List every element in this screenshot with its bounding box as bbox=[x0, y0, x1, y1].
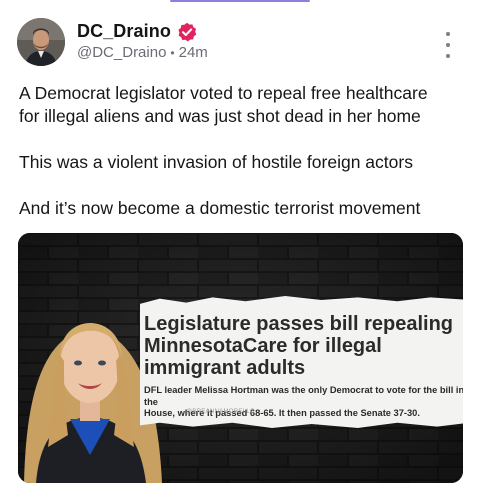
handle[interactable]: @DC_Draino bbox=[77, 44, 166, 61]
top-accent-bar bbox=[170, 0, 310, 2]
post-line: A Democrat legislator voted to repeal fr… bbox=[19, 83, 428, 103]
verified-badge-icon bbox=[177, 22, 197, 42]
post-image[interactable]: Legislature passes bill repealing Minnes… bbox=[18, 233, 463, 483]
display-name[interactable]: DC_Draino bbox=[77, 21, 171, 42]
subtext-line: DFL leader Melissa Hortman was the only … bbox=[144, 385, 463, 407]
more-vertical-icon[interactable] bbox=[442, 32, 454, 58]
image-headline: Legislature passes bill repealing Minnes… bbox=[144, 313, 463, 379]
image-credit: @BREANNAMORELLO bbox=[186, 409, 255, 415]
post-line: for illegal aliens and was just shot dea… bbox=[19, 106, 421, 126]
name-row: DC_Draino bbox=[77, 21, 197, 42]
post-time[interactable]: 24m bbox=[179, 44, 208, 61]
handle-row: @DC_Draino • 24m bbox=[77, 44, 208, 61]
post-line: And it’s now become a domestic terrorist… bbox=[19, 198, 421, 218]
avatar[interactable] bbox=[17, 18, 65, 66]
post-text: A Democrat legislator voted to repeal fr… bbox=[19, 82, 464, 220]
headline-line: Legislature passes bill repealing bbox=[144, 313, 454, 335]
post-line: This was a violent invasion of hostile f… bbox=[19, 152, 413, 172]
headline-line: MinnesotaCare for illegal bbox=[144, 335, 382, 357]
post-header: DC_Draino @DC_Draino • 24m bbox=[17, 18, 460, 68]
separator-dot: • bbox=[170, 45, 175, 60]
headline-line: immigrant adults bbox=[144, 357, 306, 379]
